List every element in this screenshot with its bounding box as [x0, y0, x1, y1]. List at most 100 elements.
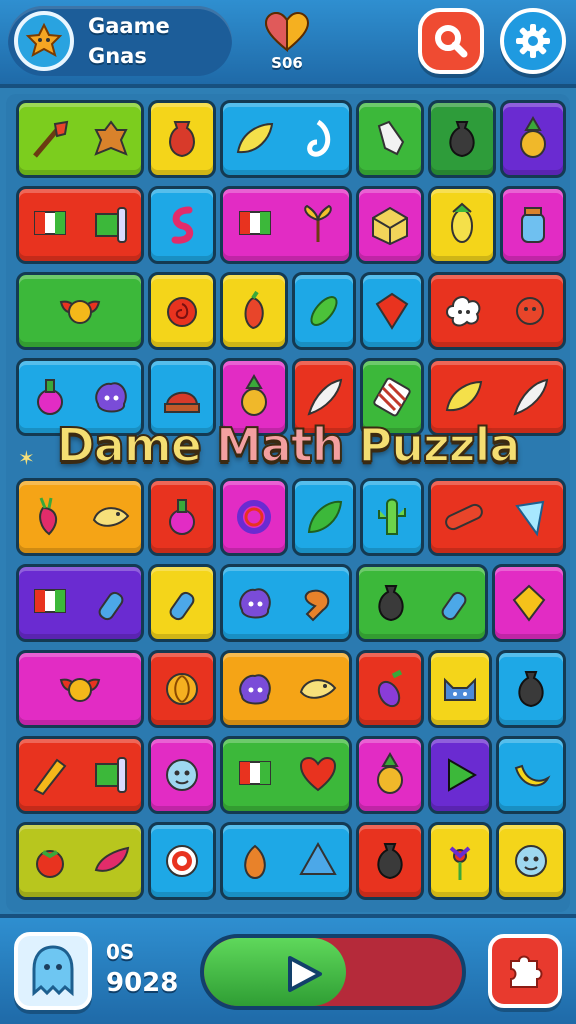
tile-r8-5[interactable] — [428, 736, 492, 814]
play-icon — [437, 752, 483, 798]
banana-icon — [508, 752, 554, 798]
tile-r1-1[interactable] — [16, 100, 144, 178]
tile-r2-5[interactable] — [428, 186, 496, 264]
tile-r3-5[interactable] — [360, 272, 424, 350]
pineapple-icon — [510, 116, 556, 162]
feather-icon — [301, 374, 347, 420]
tile-r9-5[interactable] — [428, 822, 492, 900]
cactus-icon — [369, 494, 415, 540]
drumstick-icon — [295, 580, 341, 626]
winged-emblem-icon — [57, 288, 103, 334]
tile-r9-4[interactable] — [356, 822, 424, 900]
tile-r6-4[interactable] — [356, 564, 488, 642]
glove-icon — [367, 116, 413, 162]
settings-button[interactable] — [500, 8, 566, 74]
avatar[interactable] — [14, 11, 74, 71]
leaf-icon — [232, 116, 278, 162]
lives-value: S06 — [271, 54, 303, 72]
face-icon — [508, 838, 554, 884]
tile-r2-1[interactable] — [16, 186, 144, 264]
spinach-icon — [301, 494, 347, 540]
tile-r9-6[interactable] — [496, 822, 566, 900]
tile-r2-2[interactable] — [148, 186, 216, 264]
tile-r2-6[interactable] — [500, 186, 566, 264]
candy-icon — [88, 838, 134, 884]
puzzle-button[interactable] — [488, 934, 562, 1008]
lives-counter: S06 — [262, 11, 312, 72]
tile-r9-3[interactable] — [220, 822, 352, 900]
heart-icon — [264, 11, 310, 53]
tile-r9-1[interactable] — [16, 822, 144, 900]
bottom-bar: 0S 9028 — [0, 914, 576, 1024]
banner-word1: Dame — [56, 417, 216, 473]
tile-r8-6[interactable] — [496, 736, 566, 814]
tile-r3-2[interactable] — [148, 272, 216, 350]
sun-face-icon — [507, 288, 553, 334]
bird-icon — [88, 494, 134, 540]
tile-r8-3[interactable] — [220, 736, 352, 814]
play-icon[interactable] — [282, 954, 326, 994]
tile-r6-2[interactable] — [148, 564, 216, 642]
tile-r6-1[interactable] — [16, 564, 144, 642]
flag-icon — [232, 202, 278, 248]
tile-r7-1[interactable] — [16, 650, 144, 728]
puzzle-board — [6, 94, 570, 912]
rose-icon — [159, 288, 205, 334]
cat-icon — [437, 666, 483, 712]
tile-r5-2[interactable] — [148, 478, 216, 556]
tile-r8-4[interactable] — [356, 736, 424, 814]
ring-icon — [231, 494, 277, 540]
tile-r6-3[interactable] — [220, 564, 352, 642]
tile-r7-5[interactable] — [428, 650, 492, 728]
cake-icon — [159, 374, 205, 420]
tile-r1-4[interactable] — [356, 100, 424, 178]
tile-r1-3[interactable] — [220, 100, 352, 178]
tile-r5-5[interactable] — [360, 478, 424, 556]
banner-word2: Math — [215, 417, 346, 473]
eggplant-icon — [367, 666, 413, 712]
tile-r5-6[interactable] — [428, 478, 566, 556]
search-button[interactable] — [418, 8, 484, 74]
monster-icon — [88, 374, 134, 420]
tile-r7-6[interactable] — [496, 650, 566, 728]
tile-r7-4[interactable] — [356, 650, 424, 728]
tile-r7-2[interactable] — [148, 650, 216, 728]
flag-icon — [232, 752, 278, 798]
tile-r7-3[interactable] — [220, 650, 352, 728]
gem-icon — [369, 288, 415, 334]
monster-icon — [232, 580, 278, 626]
tile-r3-4[interactable] — [292, 272, 356, 350]
tile-r3-1[interactable] — [16, 272, 144, 350]
tile-r1-2[interactable] — [148, 100, 216, 178]
potion-icon — [159, 494, 205, 540]
tile-r8-2[interactable] — [148, 736, 216, 814]
face-icon — [159, 752, 205, 798]
bottle-icon — [159, 580, 205, 626]
cucumber-icon — [301, 288, 347, 334]
tile-r6-5[interactable] — [492, 564, 566, 642]
onion-icon — [232, 838, 278, 884]
tile-r5-3[interactable] — [220, 478, 288, 556]
tile-r3-6[interactable] — [428, 272, 566, 350]
crystal-icon — [507, 494, 553, 540]
bag-icon — [508, 666, 554, 712]
tile-r8-1[interactable] — [16, 736, 144, 814]
tile-r5-4[interactable] — [292, 478, 356, 556]
tile-r2-3[interactable] — [220, 186, 352, 264]
gear-icon — [516, 24, 550, 58]
profile-panel[interactable]: Gaame Gnas — [8, 6, 232, 76]
tile-r2-4[interactable] — [356, 186, 424, 264]
tile-r1-5[interactable] — [428, 100, 496, 178]
tile-r3-3[interactable] — [220, 272, 288, 350]
jar-icon — [510, 202, 556, 248]
tile-r9-2[interactable] — [148, 822, 216, 900]
tile-r5-1[interactable] — [16, 478, 144, 556]
broom-icon — [27, 116, 73, 162]
hint-button[interactable] — [14, 932, 92, 1010]
star-creature-icon — [25, 22, 63, 58]
tile-r1-6[interactable] — [500, 100, 566, 178]
target-icon — [159, 838, 205, 884]
progress-play-bar[interactable] — [200, 934, 466, 1010]
search-icon — [435, 25, 468, 58]
flag-icon — [27, 580, 73, 626]
